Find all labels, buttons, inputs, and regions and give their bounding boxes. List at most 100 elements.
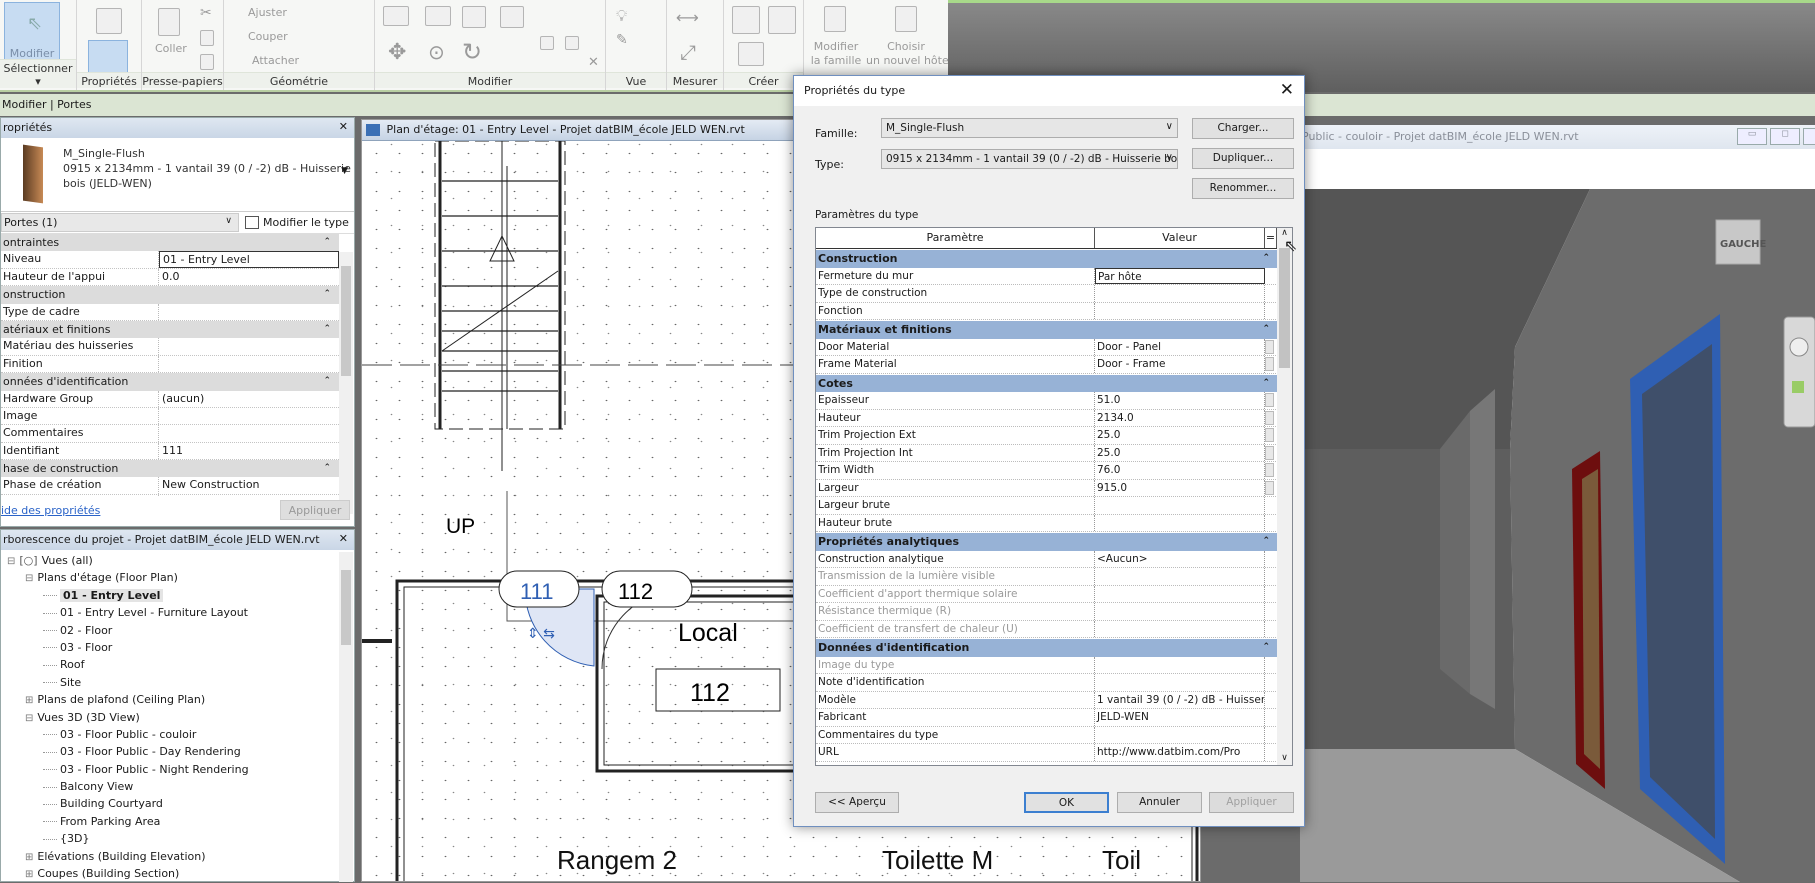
tree-item[interactable]: ⊟ [○] Vues (all) [1,552,354,569]
collapse-icon[interactable]: ⌃ [323,321,331,338]
collapse-icon[interactable]: ⌃ [1262,321,1270,338]
property-group-header[interactable]: ontraintes ⌃ [1,234,339,252]
parameter-row[interactable]: Trim Projection Int 25.0 [816,444,1292,462]
parameter-row[interactable]: Coefficient de transfert de chaleur (U) [816,620,1292,638]
expand-toggle-icon[interactable]: ⊟ [7,556,15,567]
collapse-icon[interactable]: ⌃ [1262,250,1270,267]
close-icon[interactable]: ✕ [339,120,348,133]
restore-button[interactable]: ◻ [1770,128,1800,145]
property-group-header[interactable]: onnées d'identification ⌃ [1,373,339,391]
formula-button[interactable] [1265,393,1274,407]
parameter-value[interactable] [1095,585,1265,602]
property-row[interactable]: Phase de démolitionAucun(e) [1,494,339,496]
formula-cell[interactable] [1265,445,1277,462]
formula-cell[interactable] [1265,427,1277,444]
close-icon[interactable]: ✕ [1280,80,1294,100]
cancel-button[interactable]: Annuler [1117,792,1202,813]
collapse-icon[interactable]: ⌃ [1262,533,1270,550]
parameter-row[interactable]: Trim Projection Ext 25.0 [816,427,1292,445]
parameter-value[interactable]: Par hôte [1095,267,1265,284]
property-row[interactable]: Hauteur de l'appui 0.0 [1,268,339,287]
parameter-value[interactable]: 915.0 [1095,479,1265,496]
formula-cell[interactable] [1265,603,1277,620]
parameter-value[interactable]: 25.0 [1095,444,1265,461]
expand-toggle-icon[interactable]: ⊞ [25,869,33,880]
formula-cell[interactable] [1265,709,1277,726]
tree-item[interactable]: ⊟ Vues 3D (3D View) [1,709,354,726]
property-row[interactable]: Phase de création New Construction [1,477,339,495]
property-value[interactable] [159,408,339,424]
property-group-header[interactable]: atériaux et finitions ⌃ [1,320,339,339]
parameter-row[interactable]: Transmission de la lumière visible [816,568,1292,586]
tree-item[interactable]: Building Courtyard [1,795,354,812]
parameter-value[interactable] [1095,603,1265,620]
formula-button[interactable] [1265,410,1274,425]
parameter-row[interactable]: Fabricant JELD-WEN [816,709,1292,727]
parameter-row[interactable]: Epaisseur 51.0 [816,392,1292,410]
formula-button[interactable] [1265,428,1274,442]
close-view-button[interactable]: ✕ [1803,128,1815,145]
parameter-value[interactable]: Door - Panel [1095,338,1265,355]
tree-item[interactable]: ⊞ Coupes (Building Section) [1,865,354,882]
tree-item[interactable]: 03 - Floor Public - Night Rendering [1,761,354,778]
parameter-row[interactable]: Modèle 1 vantail 39 (0 / -2) dB - Huisser… [816,691,1292,709]
parameter-row[interactable]: Coefficient d'apport thermique solaire [816,585,1292,603]
panel-select[interactable]: Sélectionner ▾ [0,59,76,88]
formula-button[interactable] [1265,480,1274,495]
parameter-value[interactable] [1095,497,1265,514]
scroll-down-icon[interactable]: ∨ [1277,753,1292,763]
properties-scrollbar[interactable] [339,252,353,514]
col-value[interactable]: Valeur [1095,228,1265,248]
collapse-icon[interactable]: ⌃ [323,373,331,390]
duplicate-button[interactable]: Dupliquer... [1192,148,1294,169]
family-dropdown[interactable]: M_Single-Flush ∨ [881,118,1178,138]
edit-type-button[interactable]: Modifier le type [245,216,349,229]
parameter-value[interactable]: 76.0 [1095,462,1265,479]
parameter-value[interactable] [1095,674,1265,691]
formula-cell[interactable] [1265,268,1277,285]
tree-item[interactable]: Site [1,674,354,691]
property-row[interactable]: Type de cadre [1,303,339,321]
properties-help-link[interactable]: ide des propriétés [1,504,100,517]
formula-cell[interactable] [1265,392,1277,409]
parameter-group-header[interactable]: Construction ⌃ [816,250,1278,268]
edit-family-icon[interactable] [824,6,846,32]
instance-filter-dropdown[interactable]: Portes (1) ∨ [1,213,239,232]
parameter-value[interactable] [1095,568,1265,585]
tree-item[interactable]: ⊞ Elévations (Building Elevation) [1,848,354,865]
property-value[interactable]: 111 [159,443,339,459]
property-row[interactable]: Image [1,407,339,426]
property-value[interactable] [159,356,339,372]
parameter-value[interactable]: 25.0 [1095,427,1265,444]
parameter-row[interactable]: Construction analytique <Aucun> [816,550,1292,568]
tree-item[interactable]: Roof [1,656,354,673]
property-value[interactable]: 01 - Entry Level [159,251,339,268]
edit-family-button[interactable]: Modifier la famille [810,40,862,68]
formula-button[interactable] [1265,463,1274,477]
expand-toggle-icon[interactable]: ⊞ [25,852,33,863]
3d-view-titlebar[interactable]: Public - couloir - Projet datBIM_école J… [1300,125,1815,149]
pick-new-host-button[interactable]: Choisir un nouvel hôte [866,40,949,68]
property-value[interactable] [159,338,339,354]
collapse-icon[interactable]: ⌃ [1262,639,1270,656]
parameter-row[interactable]: Fonction [816,302,1292,320]
parameter-group-header[interactable]: Propriétés analytiques ⌃ [816,533,1278,551]
col-parameter[interactable]: Paramètre [816,228,1095,248]
formula-cell[interactable] [1265,303,1277,320]
col-formula[interactable]: = [1265,228,1277,248]
formula-cell[interactable] [1265,480,1277,497]
property-row[interactable]: Identifiant 111 [1,442,339,461]
parameter-row[interactable]: Commentaires du type [816,726,1292,744]
expand-toggle-icon[interactable]: ⊟ [25,573,33,584]
collapse-icon[interactable]: ⌃ [323,286,331,303]
tree-item[interactable]: 01 - Entry Level - Furniture Layout [1,604,354,621]
tree-item[interactable]: From Parking Area [1,813,354,830]
parameter-row[interactable]: Type de construction [816,285,1292,303]
collapse-icon[interactable]: ⌃ [323,234,331,251]
property-row[interactable]: Commentaires [1,425,339,443]
parameter-value[interactable] [1095,620,1265,637]
formula-button[interactable] [1265,339,1274,354]
parameter-row[interactable]: Note d'identification [816,674,1292,692]
navigation-bar[interactable] [1783,316,1815,428]
scrollbar-thumb[interactable] [1279,248,1290,368]
